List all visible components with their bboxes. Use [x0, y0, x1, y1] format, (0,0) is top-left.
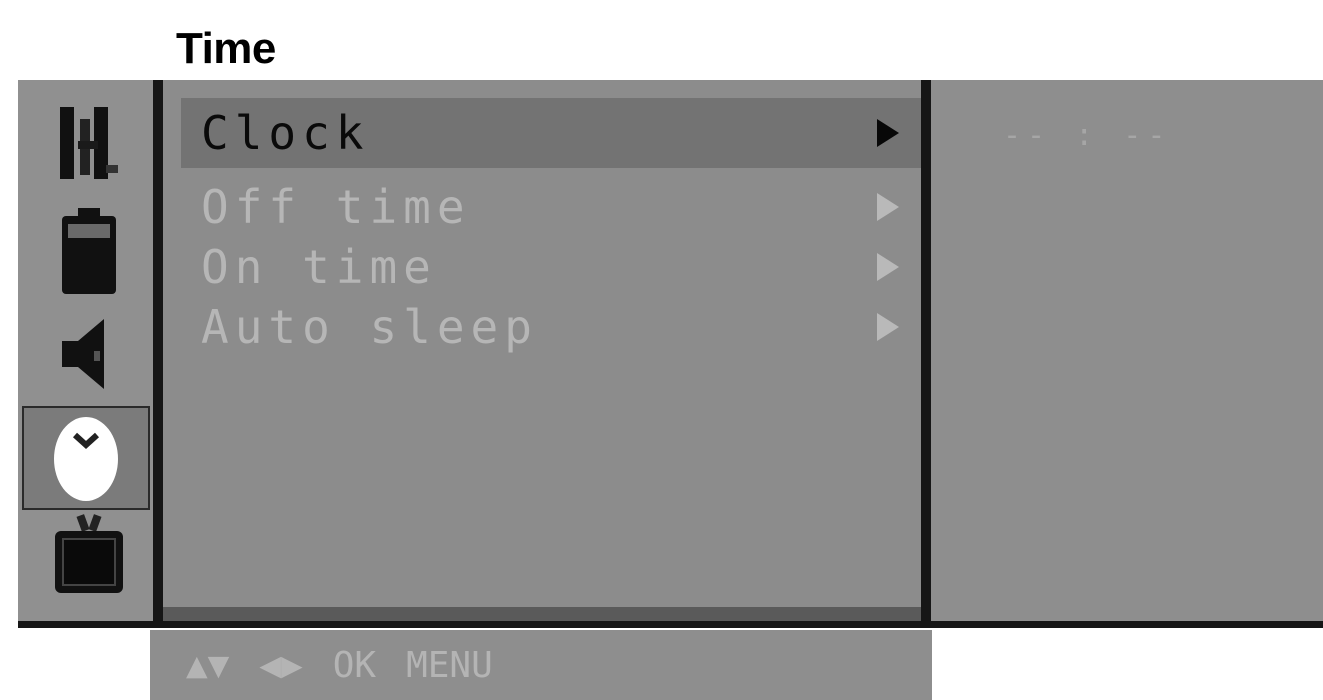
page-title: Time — [176, 24, 276, 73]
help-bar: ▲▼ ◀▶ OK MENU — [150, 630, 932, 700]
clock-value: -- : -- — [1003, 118, 1172, 153]
menu-item-label: Auto sleep — [201, 300, 538, 354]
time-menu-panel: Clock Off time On time Auto sleep — [163, 80, 921, 621]
battery-icon[interactable] — [46, 208, 132, 294]
menu-item-auto-sleep[interactable]: Auto sleep — [181, 292, 921, 362]
panel-bottom-shade — [163, 607, 921, 621]
arrow-right-icon — [877, 313, 899, 341]
left-right-arrows-icon: ◀▶ — [259, 644, 303, 686]
ok-hint: OK — [332, 644, 377, 686]
sidebar-divider — [153, 80, 163, 621]
arrow-right-icon — [877, 119, 899, 147]
menu-item-label: On time — [201, 240, 437, 294]
category-sidebar — [18, 80, 153, 621]
menu-hint: MENU — [406, 644, 493, 686]
menu-item-clock[interactable]: Clock — [181, 98, 921, 168]
up-down-arrows-icon: ▲▼ — [186, 644, 230, 686]
arrow-right-icon — [877, 253, 899, 281]
osd-menu: Clock Off time On time Auto sleep -- : -… — [18, 80, 1323, 628]
speaker-icon[interactable] — [46, 310, 132, 396]
clock-value-panel: -- : -- — [931, 80, 1323, 621]
clock-icon[interactable] — [22, 406, 150, 510]
panel-divider — [921, 80, 931, 621]
menu-item-label: Off time — [201, 180, 471, 234]
picture-icon[interactable] — [46, 100, 132, 186]
menu-item-label: Clock — [201, 106, 370, 160]
arrow-right-icon — [877, 193, 899, 221]
tv-icon[interactable] — [46, 512, 132, 598]
